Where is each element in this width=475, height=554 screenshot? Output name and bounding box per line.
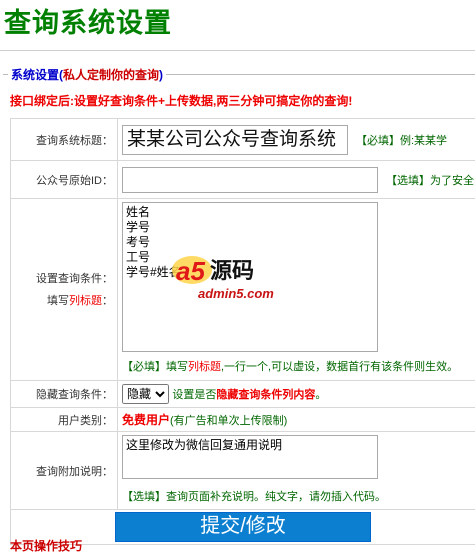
row-hide: 隐藏查询条件： 隐藏 设置是否隐藏查询条件列内容。 <box>11 381 475 408</box>
submit-button[interactable]: 提交/修改 <box>115 512 371 542</box>
settings-form: 查询系统标题： 某某公司公众号查询系统 【必填】例:某某学 公众号原始ID： 【… <box>10 118 475 545</box>
page-tips-link[interactable]: 本页操作技巧 <box>10 537 82 554</box>
row-wxid: 公众号原始ID： 【选填】为了安全 <box>11 161 475 199</box>
cond-hint-pre: 填写 <box>166 361 188 373</box>
wxid-hint-text: 为了安全 <box>430 175 474 187</box>
title-input[interactable]: 某某公司公众号查询系统 <box>122 125 348 155</box>
cond-hint: 【必填】填写列标题,一行一个,可以虚设，数据首行有该条件则生效。 <box>122 358 475 374</box>
wxid-label: 公众号原始ID： <box>11 161 118 199</box>
note-hint-tag: 【选填】 <box>122 491 166 503</box>
row-conditions: 设置查询条件： 填写列标题： 姓名 学号 考号 工号 学号#姓名 【必填】填写列… <box>11 199 475 381</box>
row-title: 查询系统标题： 某某公司公众号查询系统 【必填】例:某某学 <box>11 119 475 161</box>
title-divider <box>0 50 475 51</box>
wxid-hint-tag: 【选填】 <box>386 175 430 187</box>
cond-label-line2: 填写列标题： <box>11 290 113 312</box>
wxid-input[interactable] <box>122 167 378 193</box>
cond-hint-red: 列标题 <box>188 361 221 373</box>
conditions-textarea[interactable]: 姓名 学号 考号 工号 学号#姓名 <box>122 202 378 352</box>
binding-tip: 接口绑定后:设置好查询条件+上传数据,两三分钟可搞定你的查询! <box>10 92 352 109</box>
hide-hint-pre: 设置是否 <box>172 389 216 401</box>
cond-hint-tag: 【必填】 <box>122 361 166 373</box>
hide-select[interactable]: 隐藏 <box>122 384 169 404</box>
title-label: 查询系统标题： <box>11 119 118 161</box>
legend-highlight: 私人定制你的查询 <box>63 68 159 82</box>
note-hint: 【选填】查询页面补充说明。纯文字，请勿插入代码。 <box>122 488 475 504</box>
hide-hint-red: 隐藏查询条件列内容 <box>216 389 315 401</box>
legend-suffix: ) <box>159 68 163 82</box>
fieldset-legend: 系统设置(私人定制你的查询) <box>8 67 166 83</box>
cond-hint-post: ,一行一个,可以虚设，数据首行有该条件则生效。 <box>221 361 458 373</box>
hide-hint-post: 。 <box>315 389 326 401</box>
user-type-label: 用户类别： <box>11 408 118 432</box>
row-note: 查询附加说明： 这里修改为微信回复通用说明 【选填】查询页面补充说明。纯文字，请… <box>11 432 475 510</box>
title-hint: 【必填】例:某某学 <box>356 132 447 148</box>
title-hint-text: 例:某某学 <box>400 135 447 147</box>
cond-label: 设置查询条件： 填写列标题： <box>11 199 118 381</box>
cond-label-line1: 设置查询条件： <box>11 268 113 290</box>
cond-label-suffix: ： <box>102 295 113 307</box>
note-label: 查询附加说明： <box>11 432 118 510</box>
cond-label-red: 列标题 <box>69 295 102 307</box>
cond-label-prefix: 填写 <box>47 295 69 307</box>
note-textarea[interactable]: 这里修改为微信回复通用说明 <box>122 435 378 479</box>
legend-prefix: 系统设置( <box>11 68 63 82</box>
wxid-hint: 【选填】为了安全 <box>386 172 474 188</box>
note-hint-text: 查询页面补充说明。纯文字，请勿插入代码。 <box>166 491 386 503</box>
hide-label: 隐藏查询条件： <box>11 381 118 408</box>
row-user-type: 用户类别： 免费用户(有广告和单次上传限制) <box>11 408 475 432</box>
hide-hint: 设置是否隐藏查询条件列内容。 <box>172 389 326 401</box>
page-title: 查询系统设置 <box>4 4 172 42</box>
user-type-note: (有广告和单次上传限制) <box>170 415 287 427</box>
user-type-value: 免费用户 <box>122 413 170 427</box>
title-hint-tag: 【必填】 <box>356 135 400 147</box>
